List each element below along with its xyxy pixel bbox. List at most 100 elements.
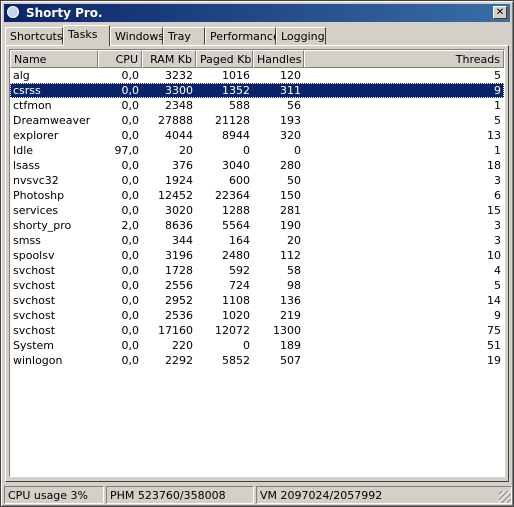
cell-cpu: 0,0 [121, 279, 140, 292]
cell-ram: 220 [172, 339, 193, 352]
table-row[interactable]: shorty_pro 2,0 8636 5564 190 3 [10, 218, 504, 233]
cell-ram: 4044 [165, 129, 193, 142]
cell-threads: 14 [487, 294, 501, 307]
cell-name: shorty_pro [13, 219, 72, 232]
table-row[interactable]: svchost 0,0 2952 1108 136 14 [10, 293, 504, 308]
cell-paged: 0 [243, 144, 250, 157]
cell-threads: 19 [487, 354, 501, 367]
cell-paged: 3040 [222, 159, 250, 172]
table-row[interactable]: svchost 0,0 1728 592 58 4 [10, 263, 504, 278]
cell-threads: 10 [487, 249, 501, 262]
table-row[interactable]: nvsvc32 0,0 1924 600 50 3 [10, 173, 504, 188]
cell-name: System [13, 339, 55, 352]
cell-name: smss [13, 234, 41, 247]
cell-name: svchost [13, 294, 56, 307]
tab-performance[interactable]: Performance [205, 27, 280, 45]
tab-windows[interactable]: Windows [110, 27, 164, 45]
cell-name: csrss [13, 84, 41, 97]
cell-name: spoolsv [13, 249, 55, 262]
cell-paged: 5852 [222, 354, 250, 367]
cell-paged: 1020 [222, 309, 250, 322]
cell-paged: 12072 [215, 324, 250, 337]
table-row[interactable]: alg 0,0 3232 1016 120 5 [10, 68, 504, 83]
column-header-ram[interactable]: RAM Kb [142, 50, 196, 68]
cell-ram: 12452 [158, 189, 193, 202]
resize-grip-icon[interactable] [499, 491, 511, 503]
tab-logging[interactable]: Logging [276, 27, 326, 45]
cell-handles: 56 [287, 99, 301, 112]
cell-handles: 50 [287, 174, 301, 187]
table-row[interactable]: Idle 97,0 20 0 0 1 [10, 143, 504, 158]
table-row[interactable]: svchost 0,0 2536 1020 219 9 [10, 308, 504, 323]
cell-paged: 2480 [222, 249, 250, 262]
table-row[interactable]: winlogon 0,0 2292 5852 507 19 [10, 353, 504, 368]
cell-threads: 1 [494, 99, 501, 112]
cell-name: alg [13, 69, 30, 82]
table-row[interactable]: lsass 0,0 376 3040 280 18 [10, 158, 504, 173]
column-header-threads[interactable]: Threads [304, 50, 504, 68]
cell-paged: 724 [229, 279, 250, 292]
cell-cpu: 0,0 [121, 339, 140, 352]
table-row[interactable]: ctfmon 0,0 2348 588 56 1 [10, 98, 504, 113]
cell-cpu: 0,0 [121, 174, 140, 187]
cell-cpu: 0,0 [121, 249, 140, 262]
cell-ram: 3196 [165, 249, 193, 262]
column-header-cpu[interactable]: CPU [98, 50, 142, 68]
cell-ram: 17160 [158, 324, 193, 337]
tab-tasks[interactable]: Tasks [63, 25, 110, 46]
table-row[interactable]: csrss 0,0 3300 1352 311 9 [10, 83, 504, 98]
table-row[interactable]: spoolsv 0,0 3196 2480 112 10 [10, 248, 504, 263]
cell-handles: 120 [280, 69, 301, 82]
cell-ram: 2348 [165, 99, 193, 112]
cell-ram: 376 [172, 159, 193, 172]
column-header-name[interactable]: Name [10, 50, 98, 68]
title-bar[interactable]: Shorty Pro. ✕ [4, 4, 510, 22]
cell-handles: 219 [280, 309, 301, 322]
cell-handles: 98 [287, 279, 301, 292]
cell-ram: 3232 [165, 69, 193, 82]
cell-handles: 190 [280, 219, 301, 232]
table-row[interactable]: svchost 0,0 17160 12072 1300 75 [10, 323, 504, 338]
main-window: Shorty Pro. ✕ Shortcuts Tasks Windows Tr… [0, 0, 514, 507]
table-row[interactable]: services 0,0 3020 1288 281 15 [10, 203, 504, 218]
cell-paged: 164 [229, 234, 250, 247]
cell-cpu: 0,0 [121, 309, 140, 322]
table-row[interactable]: Photoshp 0,0 12452 22364 150 6 [10, 188, 504, 203]
cell-name: Idle [13, 144, 34, 157]
cell-ram: 2292 [165, 354, 193, 367]
column-header-handles[interactable]: Handles [253, 50, 304, 68]
cell-handles: 0 [294, 144, 301, 157]
cell-cpu: 0,0 [121, 129, 140, 142]
table-row[interactable]: Dreamweaver 0,0 27888 21128 193 5 [10, 113, 504, 128]
cell-ram: 2952 [165, 294, 193, 307]
cell-paged: 1352 [222, 84, 250, 97]
cell-paged: 5564 [222, 219, 250, 232]
cell-ram: 2536 [165, 309, 193, 322]
close-button[interactable]: ✕ [493, 6, 507, 19]
cell-paged: 1016 [222, 69, 250, 82]
cell-handles: 281 [280, 204, 301, 217]
table-row[interactable]: explorer 0,0 4044 8944 320 13 [10, 128, 504, 143]
table-row[interactable]: System 0,0 220 0 189 51 [10, 338, 504, 353]
cell-name: svchost [13, 324, 56, 337]
cell-cpu: 0,0 [121, 99, 140, 112]
process-list[interactable]: Name CPU RAM Kb Paged Kb Handles Threads… [9, 49, 505, 477]
cell-cpu: 97,0 [114, 144, 140, 157]
cell-paged: 1108 [222, 294, 250, 307]
cell-threads: 5 [494, 69, 501, 82]
cell-cpu: 0,0 [121, 114, 140, 127]
cell-paged: 588 [229, 99, 250, 112]
tab-shortcuts[interactable]: Shortcuts [5, 27, 63, 45]
status-phm: PHM 523760/358008 [106, 486, 254, 504]
cell-handles: 136 [280, 294, 301, 307]
table-row[interactable]: svchost 0,0 2556 724 98 5 [10, 278, 504, 293]
tab-tray[interactable]: Tray [163, 27, 205, 45]
cell-threads: 1 [494, 144, 501, 157]
cell-threads: 9 [494, 84, 501, 97]
column-header-paged[interactable]: Paged Kb [196, 50, 253, 68]
cell-handles: 112 [280, 249, 301, 262]
cell-threads: 5 [494, 114, 501, 127]
cell-name: svchost [13, 264, 56, 277]
table-row[interactable]: smss 0,0 344 164 20 3 [10, 233, 504, 248]
cell-name: Photoshp [13, 189, 65, 202]
